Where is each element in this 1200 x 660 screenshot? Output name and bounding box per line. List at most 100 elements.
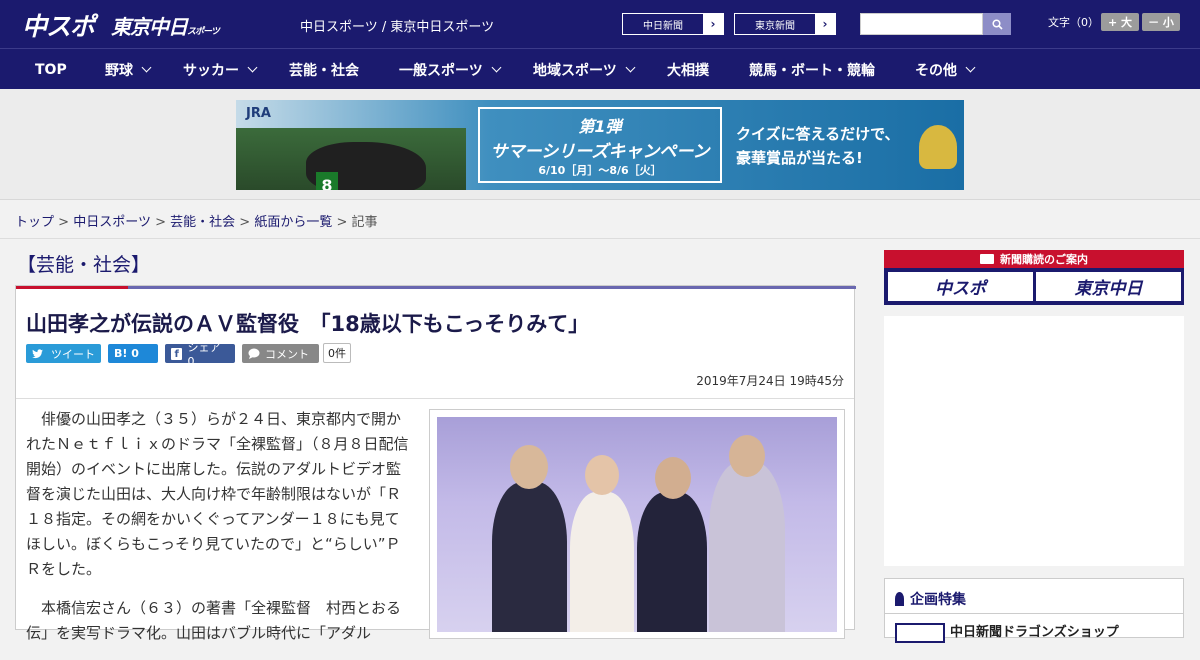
article-headline: 山田孝之が伝説のＡＶ監督役 「18歳以下もこっそりみて」 (26, 312, 590, 336)
search-button[interactable] (983, 13, 1011, 35)
chunichi-shimbun-link[interactable]: 中日新聞 › (622, 13, 724, 35)
category-heading: 【芸能・社会】 (17, 254, 151, 276)
comment-icon (248, 348, 260, 359)
nav-label: 大相撲 (667, 62, 709, 79)
breadcrumb-top[interactable]: トップ (15, 215, 54, 230)
subscribe-tokyo-chunichi[interactable]: 東京中日 (1036, 272, 1181, 301)
person-head (510, 445, 548, 489)
nav-label: 野球 (105, 62, 133, 79)
divider (16, 398, 854, 399)
nav-entertainment[interactable]: 芸能・社会 (289, 49, 359, 90)
chevron-right-icon: › (815, 14, 835, 34)
divider (885, 613, 1183, 614)
comment-label: コメント (265, 347, 309, 361)
article-date: 2019年7月24日 19時45分 (696, 374, 844, 388)
facebook-share-label: シェア 0 (187, 341, 221, 368)
quiz-text: クイズに答えるだけで、 豪華賞品が当たる! (736, 122, 900, 170)
quiz-line2: 豪華賞品が当たる! (736, 149, 863, 167)
jra-banner-ad[interactable]: 8 JRA 第1弾 サマーシリーズキャンペーン 6/10［月］～8/6［火］ ク… (236, 100, 964, 190)
campaign-box: 第1弾 サマーシリーズキャンペーン 6/10［月］～8/6［火］ (478, 107, 722, 183)
feature-title-label: 企画特集 (910, 592, 966, 608)
nav-local-sports[interactable]: 地域スポーツ (533, 49, 636, 90)
tokyo-shimbun-link[interactable]: 東京新聞 › (734, 13, 836, 35)
search-icon (991, 18, 1003, 30)
nav-top[interactable]: TOP (35, 49, 67, 90)
nav-sumo[interactable]: 大相撲 (667, 49, 709, 90)
trophy-icon (919, 125, 957, 169)
subscribe-chuspo[interactable]: 中スポ (888, 272, 1033, 301)
site-header: 中スポ 東京中日スポーツ 中日スポーツ / 東京中日スポーツ 中日新聞 › 東京… (0, 0, 1200, 48)
article-top-border (16, 286, 856, 289)
nav-other[interactable]: その他 (915, 49, 976, 90)
subscription-label: 新聞購読のご案内 (1000, 253, 1088, 266)
nav-label: 一般スポーツ (399, 62, 483, 79)
site-title: 中日スポーツ / 東京中日スポーツ (300, 20, 495, 35)
person-head (729, 435, 765, 477)
person-head (655, 457, 691, 499)
nav-baseball[interactable]: 野球 (105, 49, 152, 90)
person-silhouette (570, 492, 634, 632)
facebook-share-button[interactable]: f シェア 0 (165, 341, 235, 368)
chevron-down-icon (625, 62, 636, 73)
breadcrumb: トップ > 中日スポーツ > 芸能・社会 > 紙面から一覧 > 記事 (15, 211, 378, 230)
feature-box: 企画特集 中日新聞ドラゴンズショップ (884, 578, 1184, 643)
font-larger-button[interactable]: + 大 (1101, 13, 1139, 31)
nav-soccer[interactable]: サッカー (183, 49, 258, 90)
tweet-button[interactable]: ツイート (26, 344, 101, 363)
tokyo-chunichi-logo[interactable]: 東京中日スポーツ (111, 11, 220, 40)
chevron-down-icon (965, 62, 976, 73)
nav-label: サッカー (183, 62, 239, 79)
nav-general-sports[interactable]: 一般スポーツ (399, 49, 502, 90)
nav-label: TOP (35, 61, 67, 78)
breadcrumb-paper-list[interactable]: 紙面から一覧 (254, 215, 332, 230)
person-silhouette (709, 462, 785, 632)
nav-label: 競馬・ボート・競輪 (749, 62, 875, 79)
hatena-bookmark-button[interactable]: B! 0 (108, 344, 158, 363)
sidebar-ad[interactable] (884, 316, 1184, 566)
font-smaller-button[interactable]: － 小 (1142, 13, 1180, 31)
newspaper-icon (980, 254, 994, 264)
comment-button[interactable]: コメント (242, 344, 319, 363)
article-photo-frame (429, 409, 845, 639)
subscription-banner[interactable]: 新聞購読のご案内 中スポ 東京中日 (884, 250, 1184, 305)
person-silhouette (492, 482, 567, 632)
breadcrumb-sep: > (155, 215, 166, 230)
tokyo-logo-small: スポーツ (187, 27, 220, 37)
breadcrumb-sep: > (58, 215, 70, 230)
feature-thumbnail[interactable] (895, 623, 945, 643)
article-top-accent (16, 286, 128, 289)
horse-photo: 8 (236, 128, 466, 190)
subscription-header: 新聞購読のご案内 (884, 250, 1184, 268)
nav-label: その他 (915, 62, 957, 79)
tokyo-shimbun-label: 東京新聞 (755, 20, 795, 32)
article-photo[interactable] (437, 417, 837, 632)
breadcrumb-chunichi-sports[interactable]: 中日スポーツ (73, 215, 151, 230)
breadcrumb-entertainment[interactable]: 芸能・社会 (170, 215, 235, 230)
main-nav: TOP 野球 サッカー 芸能・社会 一般スポーツ 地域スポーツ 大相撲 競馬・ボ… (0, 48, 1200, 89)
horse-number: 8 (316, 172, 338, 190)
campaign-line2: サマーシリーズキャンペーン (490, 142, 710, 162)
chevron-right-icon: › (703, 14, 723, 34)
ribbon-icon (895, 592, 904, 606)
tweet-label: ツイート (51, 347, 95, 361)
article-paragraph: 俳優の山田孝之（３５）らが２４日、東京都内で開かれたＮｅｔｆｌｉｘのドラマ「全裸… (26, 410, 409, 578)
search-input[interactable] (860, 13, 983, 35)
feature-item-link[interactable]: 中日新聞ドラゴンズショップ (950, 621, 1119, 640)
chuspo-logo[interactable]: 中スポ (22, 7, 95, 43)
nav-label: 芸能・社会 (289, 62, 359, 79)
breadcrumb-current: 記事 (351, 215, 378, 230)
campaign-dates: 6/10［月］～8/6［火］ (538, 164, 662, 177)
comment-count: 0件 (323, 343, 351, 363)
nav-racing[interactable]: 競馬・ボート・競輪 (749, 49, 875, 90)
breadcrumb-sep: > (336, 215, 348, 230)
person-silhouette (637, 492, 707, 632)
divider (0, 238, 1200, 239)
person-head (585, 455, 619, 495)
font-size-label: 文字（0） (1048, 16, 1099, 29)
chevron-down-icon (247, 62, 258, 73)
quiz-line1: クイズに答えるだけで、 (736, 125, 900, 143)
chunichi-shimbun-label: 中日新聞 (643, 20, 683, 32)
article: 山田孝之が伝説のＡＶ監督役 「18歳以下もこっそりみて」 ツイート B! 0 f… (15, 285, 856, 642)
chevron-down-icon (491, 62, 502, 73)
campaign-line1: 第1弾 (578, 117, 622, 136)
